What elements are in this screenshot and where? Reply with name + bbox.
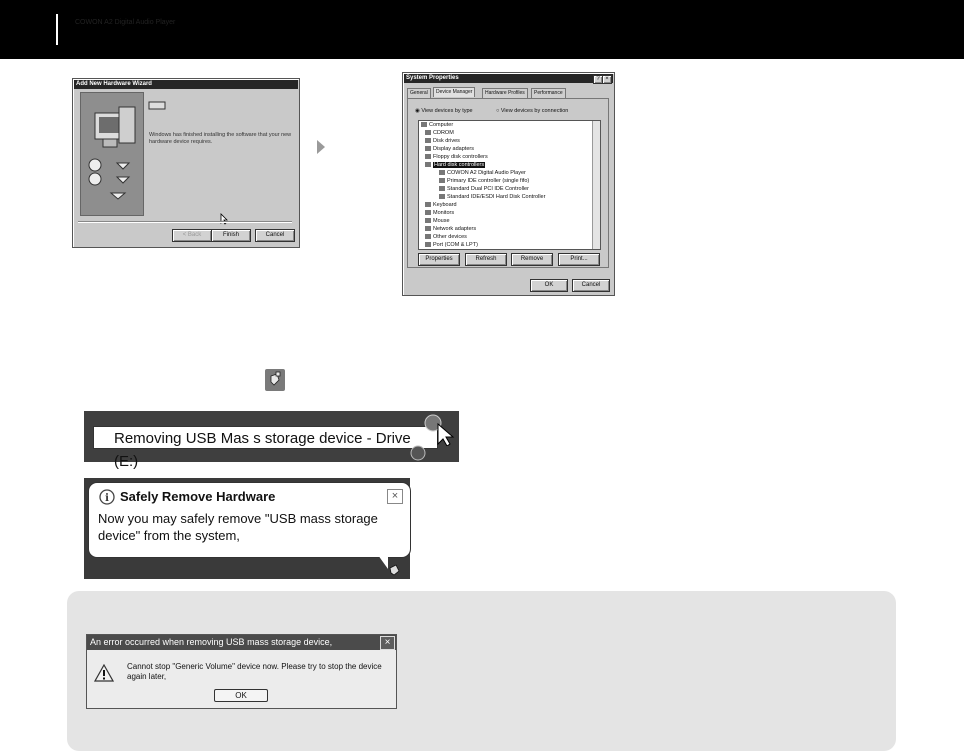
view-by-type-radio[interactable]: ◉ View devices by type: [415, 108, 473, 114]
port-icon: [425, 242, 431, 248]
wizard-finish-button[interactable]: Finish: [211, 229, 251, 242]
wizard-separator: [78, 221, 292, 223]
wizard-back-button[interactable]: < Back: [172, 229, 212, 242]
controller-icon: [425, 162, 431, 168]
keyboard-icon: [425, 202, 431, 208]
wizard-message: Windows has finished installing the soft…: [149, 132, 292, 145]
header-divider: [56, 14, 58, 45]
disk-icon: [425, 138, 431, 144]
system-properties-title: System Properties: [404, 74, 613, 83]
mouse-icon: [425, 218, 431, 224]
tree-item[interactable]: Other devices: [425, 234, 467, 240]
tree-item[interactable]: Standard IDE/ESDI Hard Disk Controller: [439, 194, 545, 200]
tab-device-manager[interactable]: Device Manager: [433, 87, 476, 97]
tree-item[interactable]: Computer: [421, 122, 453, 128]
tree-item[interactable]: Floppy disk controllers: [425, 154, 488, 160]
tree-item[interactable]: Disk drives: [425, 138, 460, 144]
device-icon: [148, 98, 168, 116]
computer-icon: [88, 106, 136, 200]
error-message-line1: Cannot stop "Generic Volume" device now.…: [127, 662, 382, 671]
safely-remove-hardware-icon[interactable]: [387, 563, 405, 582]
wizard-illustration: [80, 92, 144, 216]
close-button[interactable]: ×: [602, 75, 612, 84]
info-icon: i: [99, 489, 115, 510]
error-ok-button[interactable]: OK: [214, 689, 268, 702]
balloon-message-line1: Now you may safely remove "USB mass stor…: [98, 511, 378, 526]
mouse-cursor-icon: [424, 414, 458, 451]
cancel-button[interactable]: Cancel: [572, 279, 610, 292]
controller-icon: [439, 178, 445, 184]
refresh-button[interactable]: Refresh: [465, 253, 507, 266]
question-icon: [425, 234, 431, 240]
print-button[interactable]: Print...: [558, 253, 600, 266]
tree-item[interactable]: CDROM: [425, 130, 454, 136]
tab-hardware-profiles[interactable]: Hardware Profiles: [482, 88, 528, 98]
tree-item[interactable]: Standard Dual PCI IDE Controller: [439, 186, 529, 192]
cd-icon: [425, 130, 431, 136]
wizard-cancel-button[interactable]: Cancel: [255, 229, 295, 242]
error-dialog-title: An error occurred when removing USB mass…: [87, 635, 396, 650]
tree-item[interactable]: COWON A2 Digital Audio Player: [439, 170, 526, 176]
error-message-line2: again later,: [127, 672, 167, 681]
tab-performance[interactable]: Performance: [531, 88, 566, 98]
properties-button[interactable]: Properties: [418, 253, 460, 266]
network-icon: [425, 226, 431, 232]
tree-item[interactable]: Display adapters: [425, 146, 474, 152]
monitor-icon: [425, 210, 431, 216]
controller-icon: [439, 186, 445, 192]
ok-button[interactable]: OK: [530, 279, 568, 292]
controller-icon: [439, 170, 445, 176]
remove-button[interactable]: Remove: [511, 253, 553, 266]
tab-general[interactable]: General: [407, 88, 431, 98]
error-dialog-close-button[interactable]: ×: [380, 636, 395, 650]
balloon-message-line2: device" from the system,: [98, 528, 240, 543]
display-icon: [425, 146, 431, 152]
tree-item[interactable]: Primary IDE controller (single fifo): [439, 178, 529, 184]
controller-icon: [439, 194, 445, 200]
balloon-close-button[interactable]: ×: [387, 489, 403, 504]
tree-item-selected[interactable]: Hard disk controllers: [425, 162, 486, 168]
svg-text:i: i: [105, 493, 109, 504]
view-by-connection-radio[interactable]: ○ View devices by connection: [496, 108, 568, 114]
safely-remove-hardware-icon[interactable]: [265, 369, 285, 391]
cd-icon: [88, 158, 102, 172]
tree-item[interactable]: Mouse: [425, 218, 450, 224]
device-tree[interactable]: Computer CDROM Disk drives Display adapt…: [418, 120, 601, 250]
computer-icon: [421, 122, 427, 128]
usb-plug-icon: [270, 371, 281, 386]
wizard-device-name: COWON A2 Digital Audio Player: [75, 19, 176, 26]
header-bar: [0, 0, 964, 59]
balloon-title: Safely Remove Hardware: [120, 489, 276, 504]
warning-icon: [93, 663, 115, 687]
tray-icon: [409, 445, 427, 466]
tree-item[interactable]: Keyboard: [425, 202, 457, 208]
tree-item[interactable]: Port (COM & LPT): [425, 242, 478, 248]
system-properties-dialog: System Properties ? × General Device Man…: [402, 72, 615, 296]
tree-scrollbar[interactable]: [592, 121, 600, 249]
tree-item[interactable]: Monitors: [425, 210, 454, 216]
removing-tooltip: Removing USB Mas s storage device - Driv…: [93, 426, 438, 470]
floppy-icon: [425, 154, 431, 160]
arrow-right-icon: [317, 140, 325, 154]
wizard-title: Add New Hardware Wizard: [74, 80, 298, 89]
tree-item[interactable]: Network adapters: [425, 226, 476, 232]
